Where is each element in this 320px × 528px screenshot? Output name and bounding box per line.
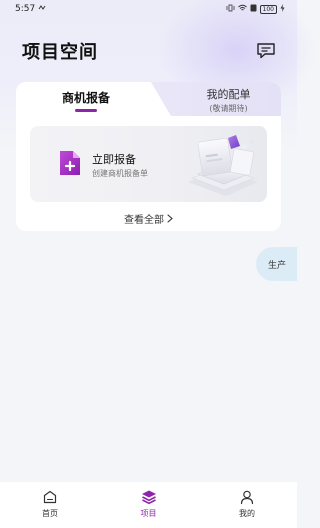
nav-label: 我的	[239, 509, 255, 518]
battery-indicator: 100	[259, 4, 277, 14]
page-title: 项目空间	[22, 42, 98, 63]
report-now-banner[interactable]: 立即报备 创建商机报备单	[30, 126, 267, 202]
message-icon	[257, 43, 275, 59]
status-right: 100	[226, 4, 285, 14]
status-bar: 5:57 100	[0, 0, 297, 18]
chevron-right-icon	[167, 213, 173, 223]
tab-opportunity-report[interactable]: 商机报备	[16, 82, 156, 116]
charging-icon	[280, 4, 285, 14]
project-card: 商机报备 我的配单 (敬请期待) 立即报备 创建商机报备单 查看全部	[16, 82, 281, 231]
documents-illustration	[188, 135, 258, 196]
notification-icon	[38, 4, 46, 15]
tab-label: 商机报备	[61, 90, 110, 105]
view-all-link[interactable]: 查看全部	[16, 210, 281, 226]
tab-my-orders[interactable]: 我的配单 (敬请期待)	[176, 82, 281, 116]
view-all-label: 查看全部	[124, 214, 164, 226]
header: 项目空间	[0, 36, 297, 66]
nav-label: 项目	[140, 509, 157, 518]
float-button-label: 生产	[268, 260, 287, 271]
vibrate-icon	[226, 4, 235, 14]
home-icon	[41, 488, 59, 506]
status-left: 5:57	[15, 4, 46, 15]
layers-icon	[140, 488, 158, 506]
production-float-button[interactable]: 生产	[256, 247, 297, 281]
nav-item-mine[interactable]: 我的	[222, 482, 272, 528]
user-icon	[238, 488, 256, 506]
report-title: 立即报备	[92, 153, 136, 166]
status-time: 5:57	[15, 4, 36, 14]
message-button[interactable]	[255, 41, 277, 61]
nav-item-home[interactable]: 首页	[25, 482, 75, 528]
tab-label: 我的配单	[206, 88, 251, 101]
tab-strip: 商机报备 我的配单 (敬请期待)	[16, 82, 281, 116]
document-plus-icon	[60, 151, 80, 175]
report-subtitle: 创建商机报备单	[92, 169, 148, 178]
sim-icon	[250, 4, 257, 14]
bottom-nav: 首页 项目 我的	[0, 482, 297, 528]
tab-underline	[75, 108, 97, 112]
nav-item-project[interactable]: 项目	[124, 482, 174, 528]
nav-label: 首页	[42, 509, 58, 518]
tab-sub-label: (敬请期待)	[209, 104, 248, 113]
wifi-icon	[237, 4, 247, 14]
